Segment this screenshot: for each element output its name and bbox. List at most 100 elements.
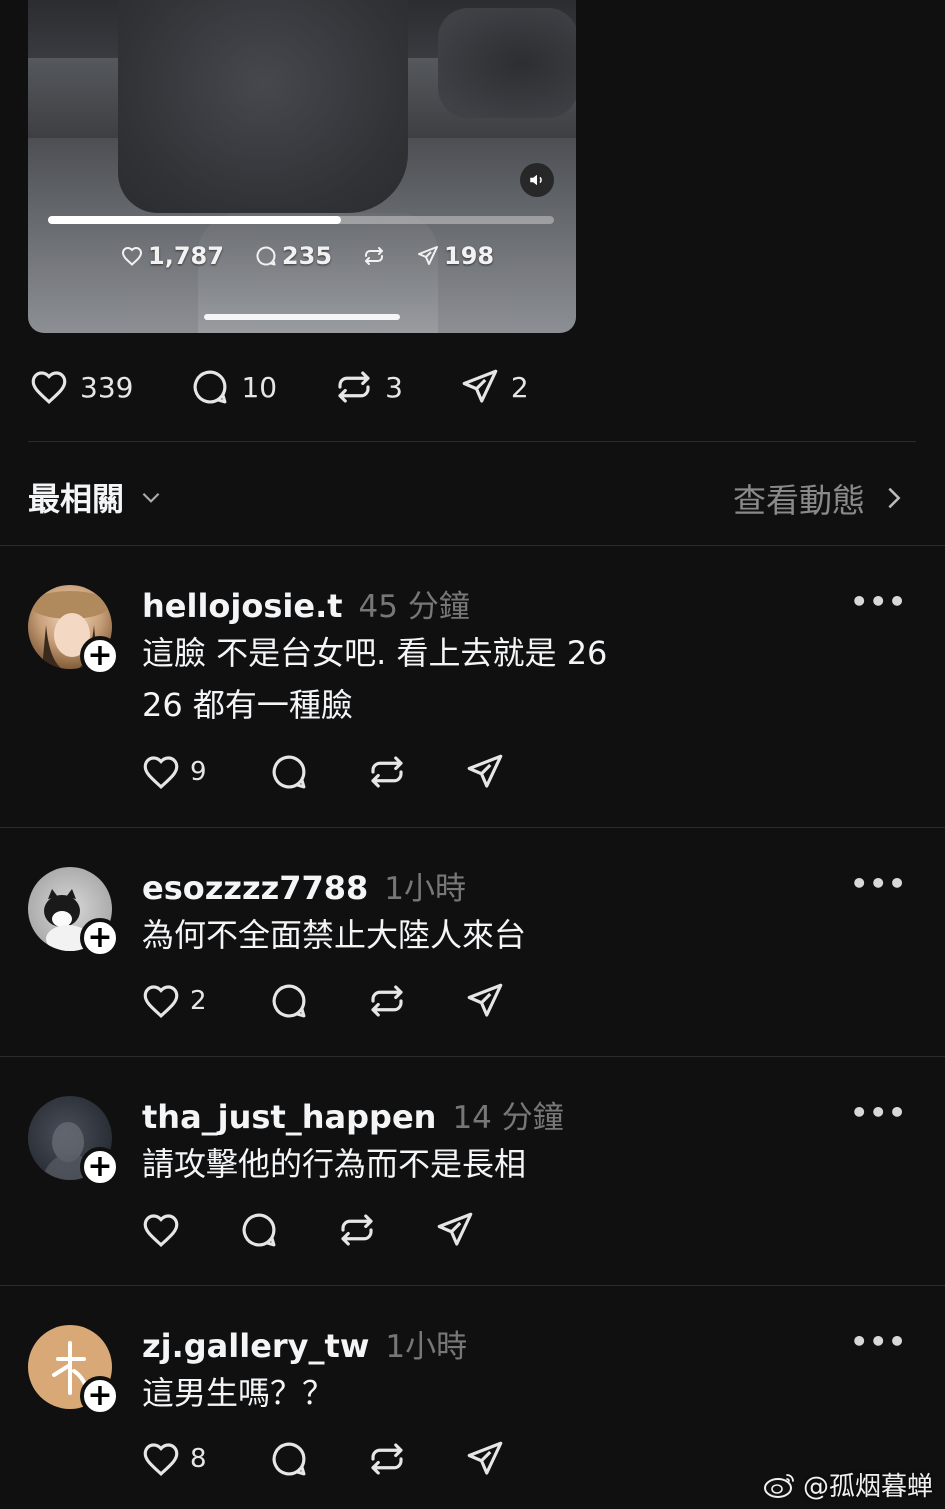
repost-icon — [371, 985, 403, 1017]
share-count: 2 — [510, 370, 529, 404]
comment-actions: 8 — [140, 1438, 506, 1480]
comment-text: 為何不全面禁止大陸人來台 — [142, 909, 842, 961]
comment-reply-button[interactable] — [268, 1438, 366, 1480]
video-frame-subject — [118, 0, 408, 213]
sort-dropdown[interactable]: 最相關 — [28, 474, 164, 520]
comment-actions — [140, 1209, 476, 1251]
comment-reply-button[interactable] — [238, 1209, 336, 1251]
video-share-count: 198 — [444, 242, 495, 270]
repost-icon — [365, 247, 384, 265]
post-actions: 339 10 3 2 — [28, 366, 585, 408]
comment-like-count: 9 — [190, 757, 207, 787]
view-activity-link[interactable]: 查看動態 — [733, 474, 905, 522]
comment-icon — [272, 1442, 306, 1476]
comment-text-line: 26 都有一種臉 — [142, 686, 353, 724]
send-icon — [467, 983, 503, 1017]
like-count: 339 — [80, 370, 134, 404]
comment-text: 請攻擊他的行為而不是長相 — [142, 1138, 842, 1190]
comment-text-line: 請攻擊他的行為而不是長相 — [142, 1145, 527, 1183]
follow-button[interactable]: + — [80, 636, 120, 676]
video-like-stat: 1,787 — [120, 242, 224, 270]
comment-item: + hellojosie.t 45 分鐘 ••• 這臉 不是台女吧. 看上去就是… — [0, 545, 945, 827]
comment-like-count: 2 — [190, 986, 207, 1016]
follow-button[interactable]: + — [80, 1376, 120, 1416]
username[interactable]: hellojosie.t — [142, 587, 343, 625]
comment-like-button[interactable] — [140, 1209, 238, 1251]
view-activity-label: 查看動態 — [733, 481, 865, 520]
timestamp: 14 分鐘 — [452, 1100, 564, 1136]
more-options-button[interactable]: ••• — [850, 1096, 907, 1129]
more-options-button[interactable]: ••• — [850, 1325, 907, 1358]
comment-icon — [194, 370, 227, 404]
comment-icon — [242, 1213, 276, 1247]
follow-button[interactable]: + — [80, 918, 120, 958]
timestamp: 1小時 — [384, 871, 467, 907]
send-icon — [467, 1441, 503, 1475]
chevron-right-icon — [888, 487, 901, 509]
comment-share-button[interactable] — [464, 980, 506, 1022]
username[interactable]: zj.gallery_tw — [142, 1327, 369, 1365]
repost-count: 3 — [385, 370, 403, 404]
comment-reply-button[interactable] — [268, 980, 366, 1022]
video-comment-count: 235 — [281, 242, 333, 270]
home-indicator — [204, 314, 400, 320]
comment-like-count: 8 — [190, 1444, 207, 1474]
weibo-logo-icon — [763, 1473, 794, 1498]
comment-share-button[interactable] — [464, 751, 506, 793]
chevron-down-icon — [142, 492, 160, 503]
comment-text: 這男生嗎？？ — [142, 1367, 842, 1419]
comment-text-line: 這男生嗎？？ — [142, 1374, 335, 1412]
username[interactable]: tha_just_happen — [142, 1098, 436, 1136]
comment-icon — [272, 984, 306, 1018]
share-button[interactable]: 2 — [459, 366, 529, 408]
heart-icon — [121, 246, 143, 266]
repost-icon — [341, 1214, 373, 1246]
comment-like-button[interactable]: 2 — [140, 980, 268, 1022]
video-progress-bar[interactable] — [48, 216, 554, 224]
comment-share-button[interactable] — [464, 1438, 506, 1480]
username[interactable]: esozzzz7788 — [142, 869, 368, 907]
heart-icon — [143, 1443, 179, 1477]
comment-icon — [256, 246, 276, 266]
video-frame-figure — [438, 8, 576, 118]
comment-actions: 2 — [140, 980, 506, 1022]
comment-item: + esozzzz7788 1小時 ••• 為何不全面禁止大陸人來台 2 — [0, 827, 945, 1056]
more-options-button[interactable]: ••• — [850, 867, 907, 900]
comment-text-line: 這臉 不是台女吧. 看上去就是 26 — [142, 634, 608, 672]
video-comment-stat: 235 — [254, 242, 332, 270]
comment-repost-button[interactable] — [366, 1438, 464, 1480]
send-icon — [467, 754, 503, 788]
repost-button[interactable]: 3 — [333, 366, 403, 408]
video-like-count: 1,787 — [148, 242, 224, 270]
send-icon — [462, 369, 498, 403]
comment-repost-button[interactable] — [366, 751, 464, 793]
repost-icon — [371, 756, 403, 788]
comment-share-button[interactable] — [434, 1209, 476, 1251]
comment-count: 10 — [241, 370, 278, 404]
mute-button[interactable] — [520, 163, 554, 197]
sort-label: 最相關 — [28, 480, 125, 518]
video-progress-fill — [48, 216, 342, 224]
comment-repost-button[interactable] — [366, 980, 464, 1022]
comment-button[interactable]: 10 — [189, 366, 277, 408]
send-icon — [437, 1212, 473, 1246]
comment-like-button[interactable]: 9 — [140, 751, 268, 793]
heart-icon — [143, 1214, 179, 1248]
heart-icon — [143, 985, 179, 1019]
follow-button[interactable]: + — [80, 1147, 120, 1187]
comment-reply-button[interactable] — [268, 751, 366, 793]
timestamp: 1小時 — [385, 1329, 468, 1365]
more-options-button[interactable]: ••• — [850, 585, 907, 618]
video-share-stat: 198 — [416, 242, 494, 270]
send-icon — [418, 246, 439, 265]
comment-icon — [272, 755, 306, 789]
comment-actions: 9 — [140, 751, 506, 793]
watermark: @孤烟暮蝉 — [763, 1466, 933, 1503]
divider — [28, 441, 916, 442]
comment-like-button[interactable]: 8 — [140, 1438, 268, 1480]
like-button[interactable]: 339 — [28, 366, 133, 408]
comment-text: 這臉 不是台女吧. 看上去就是 26 26 都有一種臉 — [142, 627, 842, 731]
comment-repost-button[interactable] — [336, 1209, 434, 1251]
video-player[interactable]: 1,787 235 198 — [28, 0, 576, 333]
video-repost-stat — [362, 244, 386, 268]
